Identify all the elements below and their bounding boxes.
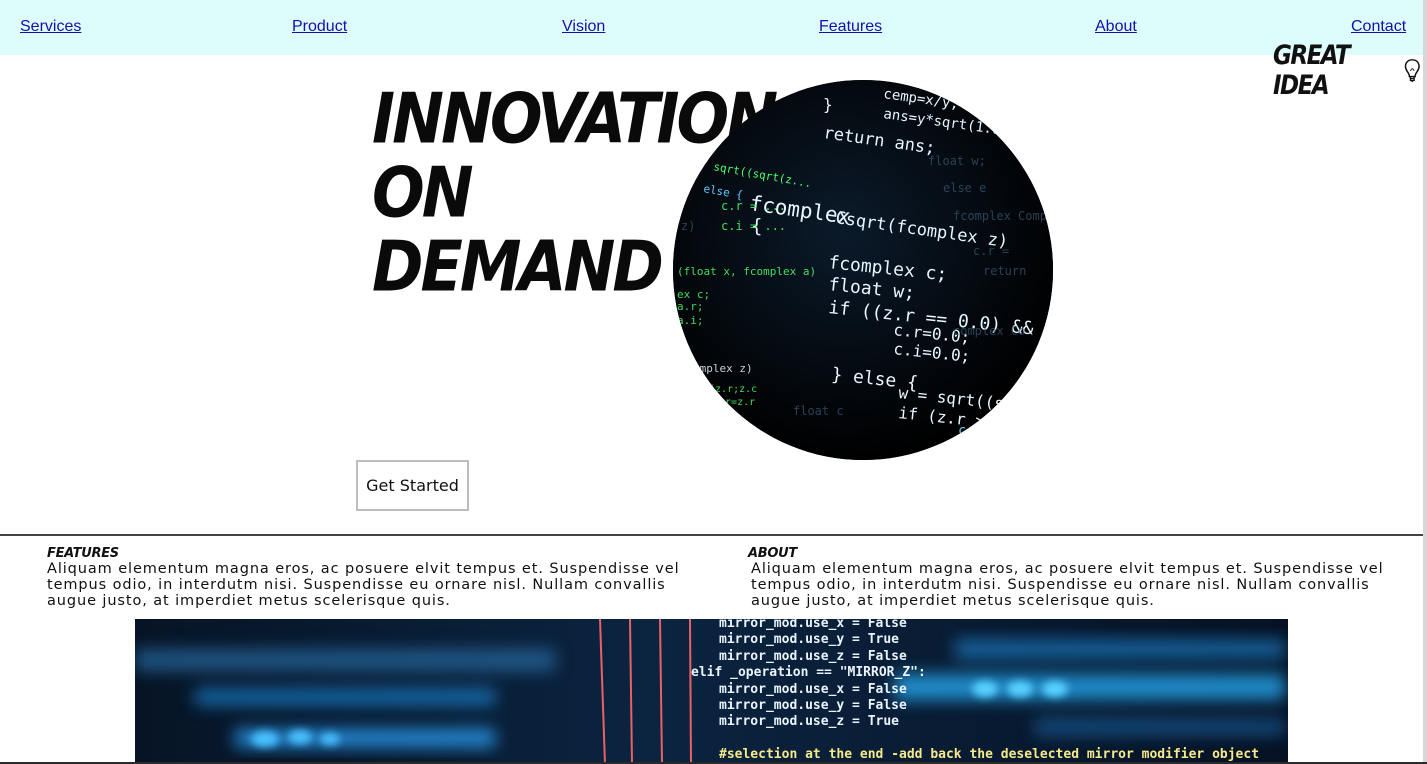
svg-text:c.r = ...: c.r = ... bbox=[721, 199, 786, 213]
about-section: ABOUT Aliquam elementum magna eros, ac p… bbox=[748, 546, 1418, 609]
logo-text: GREAT IDEA bbox=[1273, 41, 1351, 101]
nav-link-product[interactable]: Product bbox=[292, 18, 347, 36]
hero-title-line: INNOVATION bbox=[372, 77, 778, 160]
nav-link-features[interactable]: Features bbox=[819, 18, 882, 36]
scrollbar[interactable] bbox=[1423, 0, 1427, 764]
features-section: FEATURES Aliquam elementum magna eros, a… bbox=[47, 546, 717, 609]
svg-text:c.r: c.r bbox=[958, 423, 983, 439]
page: Services Product Vision Features About C… bbox=[0, 0, 1427, 764]
top-nav: Services Product Vision Features About C… bbox=[0, 0, 1423, 55]
code-banner-graphic: mirror_mod.use_x = False mirror_mod.use_… bbox=[135, 619, 1288, 764]
svg-text:mirror_mod.use_y = True: mirror_mod.use_y = True bbox=[719, 632, 899, 647]
nav-link-about[interactable]: About bbox=[1095, 18, 1137, 36]
nav-link-contact[interactable]: Contact bbox=[1351, 18, 1406, 36]
features-heading: FEATURES bbox=[47, 546, 119, 561]
svg-text:mirror_mod.use_x = False: mirror_mod.use_x = False bbox=[719, 619, 907, 631]
hero-title-line: ON bbox=[372, 151, 474, 234]
about-heading: ABOUT bbox=[748, 546, 797, 561]
svg-text:mirror_mod.use_z = True: mirror_mod.use_z = True bbox=[719, 714, 899, 729]
svg-text:float w;: float w; bbox=[928, 154, 986, 168]
hero-title: INNOVATION ON DEMAND bbox=[372, 78, 778, 308]
svg-text:elif _operation == "MIRROR_Z":: elif _operation == "MIRROR_Z": bbox=[691, 665, 926, 680]
svg-text:c.r =: c.r = bbox=[973, 244, 1009, 258]
svg-text:complex Co: complex Co bbox=[953, 324, 1025, 338]
svg-text:mirror_mod.use_x = False: mirror_mod.use_x = False bbox=[719, 682, 907, 697]
svg-text:r(z.r;z.c: r(z.r;z.c bbox=[703, 384, 757, 395]
svg-text:a.r;: a.r; bbox=[677, 300, 704, 313]
svg-text:z.r=z.r: z.r=z.r bbox=[713, 397, 755, 408]
svg-text:omplex z): omplex z) bbox=[693, 362, 753, 375]
code-screen-graphic: cemp=x/y; } ans=y*sqrt(1.0+temp*te retur… bbox=[673, 80, 1053, 460]
svg-text:c.i = ...: c.i = ... bbox=[721, 219, 786, 233]
svg-text:float c: float c bbox=[793, 404, 844, 418]
about-body: Aliquam elementum magna eros, ac posuere… bbox=[751, 561, 1384, 609]
svg-text:mirror_mod.use_z = False: mirror_mod.use_z = False bbox=[719, 649, 907, 664]
code-banner-image: mirror_mod.use_x = False mirror_mod.use_… bbox=[135, 619, 1288, 764]
svg-text:mirror_mod.use_y = False: mirror_mod.use_y = False bbox=[719, 698, 907, 713]
svg-text:fcomplex Comp: fcomplex Comp bbox=[953, 209, 1047, 223]
get-started-button[interactable]: Get Started bbox=[356, 460, 469, 511]
svg-text:}: } bbox=[823, 95, 833, 114]
svg-text:#selection at the end -add bac: #selection at the end -add back the dese… bbox=[719, 747, 1259, 762]
lightbulb-icon bbox=[1405, 59, 1421, 82]
svg-text:z): z) bbox=[681, 219, 695, 233]
svg-text:a.i;: a.i; bbox=[677, 314, 704, 327]
features-body: Aliquam elementum magna eros, ac posuere… bbox=[47, 561, 680, 609]
hero-code-image: cemp=x/y; } ans=y*sqrt(1.0+temp*te retur… bbox=[673, 80, 1053, 460]
svg-text:return: return bbox=[983, 264, 1026, 278]
nav-link-vision[interactable]: Vision bbox=[562, 18, 605, 36]
nav-link-services[interactable]: Services bbox=[20, 18, 81, 36]
section-divider bbox=[0, 534, 1423, 536]
hero-title-line: DEMAND bbox=[372, 225, 664, 308]
logo[interactable]: GREAT IDEA bbox=[1273, 41, 1423, 101]
svg-text:else e: else e bbox=[943, 181, 986, 195]
svg-text:(float x, fcomplex a): (float x, fcomplex a) bbox=[677, 265, 816, 278]
